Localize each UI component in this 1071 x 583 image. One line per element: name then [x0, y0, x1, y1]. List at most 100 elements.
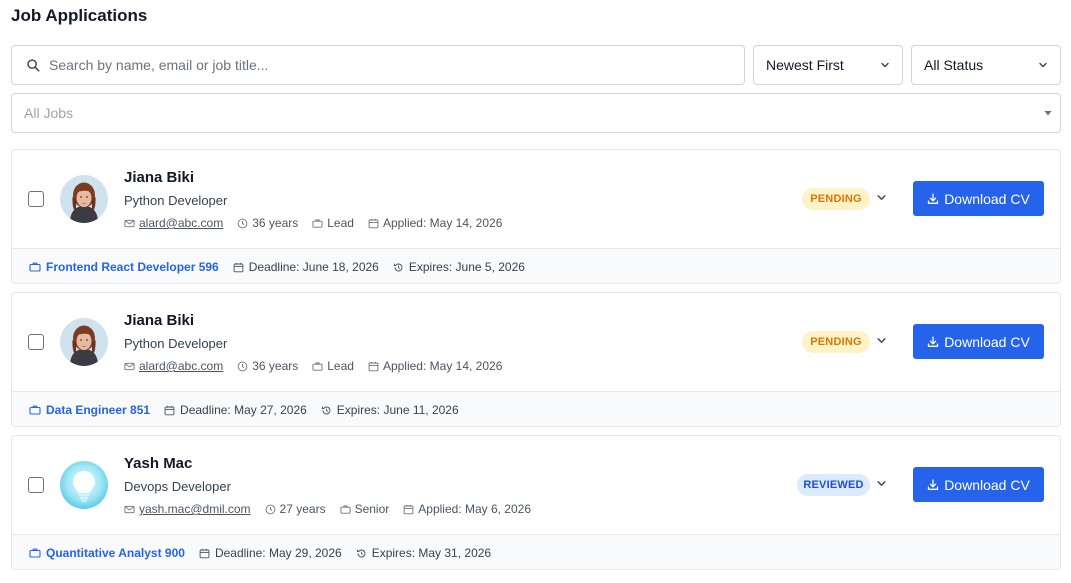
avatar	[60, 461, 108, 509]
job-link[interactable]: Frontend React Developer 596	[29, 260, 219, 274]
jobs-select[interactable]: All Jobs	[11, 93, 1061, 133]
candidate-meta: alard@abc.com 36 years Lead Applied: May…	[124, 216, 516, 230]
jobs-select-label: All Jobs	[24, 105, 74, 121]
chevron-down-icon	[1039, 62, 1047, 68]
candidate-meta: alard@abc.com 36 years Lead Applied: May…	[124, 359, 516, 373]
clock-icon	[237, 361, 248, 371]
job-link[interactable]: Quantitative Analyst 900	[29, 546, 185, 560]
clock-icon	[237, 218, 248, 228]
job-title[interactable]: Quantitative Analyst 900	[46, 546, 185, 560]
search-box[interactable]	[11, 45, 745, 85]
calendar-icon	[233, 262, 244, 272]
age-meta: 36 years	[237, 216, 298, 230]
sort-select-label: Newest First	[766, 57, 844, 73]
status-select[interactable]: All Status	[911, 45, 1061, 85]
download-icon	[928, 336, 939, 347]
job-expires: Expires: June 11, 2026	[336, 403, 459, 417]
card-footer: Data Engineer 851 Deadline: May 27, 2026…	[12, 391, 1060, 426]
applied-meta: Applied: May 6, 2026	[403, 502, 531, 516]
application-card: Yash Mac Devops Developer yash.mac@dmil.…	[11, 435, 1061, 570]
status-badge[interactable]: REVIEWED	[797, 474, 870, 496]
download-icon	[928, 193, 939, 204]
candidate-name: Jiana Biki	[124, 169, 195, 186]
level-meta: Lead	[312, 216, 354, 230]
candidate-title: Devops Developer	[124, 479, 231, 494]
sort-select[interactable]: Newest First	[753, 45, 903, 85]
expires-meta: Expires: June 5, 2026	[393, 260, 525, 274]
chevron-down-icon[interactable]	[876, 478, 887, 489]
candidate-title: Python Developer	[124, 336, 228, 351]
chevron-down-icon	[881, 62, 889, 68]
calendar-icon	[368, 218, 379, 228]
download-cv-button[interactable]: Download CV	[913, 467, 1044, 502]
history-icon	[356, 549, 366, 557]
clock-icon	[265, 504, 275, 514]
page-title: Job Applications	[11, 6, 148, 25]
chevron-down-icon[interactable]	[876, 335, 887, 346]
status-badge[interactable]: PENDING	[802, 331, 870, 353]
search-icon	[27, 59, 40, 72]
applied-meta: Applied: May 14, 2026	[368, 359, 502, 373]
card-footer: Quantitative Analyst 900 Deadline: May 2…	[12, 534, 1060, 569]
select-checkbox[interactable]	[28, 191, 44, 207]
job-deadline: Deadline: June 18, 2026	[248, 260, 379, 274]
job-title[interactable]: Data Engineer 851	[46, 403, 150, 417]
candidate-applied: Applied: May 14, 2026	[382, 359, 503, 373]
email-meta[interactable]: alard@abc.com	[124, 216, 223, 230]
briefcase-icon	[29, 405, 41, 415]
candidate-level: Senior	[354, 502, 390, 516]
download-icon	[928, 479, 939, 490]
job-title[interactable]: Frontend React Developer 596	[46, 260, 219, 274]
briefcase-icon	[29, 262, 41, 272]
avatar	[60, 318, 108, 366]
download-cv-button[interactable]: Download CV	[913, 324, 1044, 359]
deadline-meta: Deadline: May 27, 2026	[164, 403, 307, 417]
candidate-level: Lead	[327, 359, 354, 373]
download-cv-label: Download CV	[944, 190, 1030, 207]
download-cv-label: Download CV	[944, 333, 1030, 350]
candidate-name: Jiana Biki	[124, 312, 195, 329]
level-meta: Lead	[312, 359, 354, 373]
history-icon	[321, 406, 331, 414]
candidate-applied: Applied: May 6, 2026	[418, 502, 532, 516]
applied-meta: Applied: May 14, 2026	[368, 216, 502, 230]
history-icon	[393, 263, 403, 271]
briefcase-icon	[29, 548, 41, 558]
expires-meta: Expires: June 11, 2026	[321, 403, 459, 417]
candidate-age: 27 years	[279, 502, 326, 516]
job-expires: Expires: June 5, 2026	[408, 260, 525, 274]
status-badge[interactable]: PENDING	[802, 188, 870, 210]
application-card: Jiana Biki Python Developer alard@abc.co…	[11, 149, 1061, 284]
job-link[interactable]: Data Engineer 851	[29, 403, 150, 417]
candidate-age: 36 years	[252, 216, 299, 230]
job-expires: Expires: May 31, 2026	[371, 546, 492, 560]
card-footer: Frontend React Developer 596 Deadline: J…	[12, 248, 1060, 283]
select-checkbox[interactable]	[28, 477, 44, 493]
download-cv-button[interactable]: Download CV	[913, 181, 1044, 216]
candidate-name: Yash Mac	[124, 455, 193, 472]
calendar-icon	[403, 504, 414, 514]
chevron-down-icon[interactable]	[876, 192, 887, 203]
job-deadline: Deadline: May 29, 2026	[214, 546, 342, 560]
avatar	[60, 175, 108, 223]
download-cv-label: Download CV	[944, 476, 1030, 493]
mail-icon	[124, 362, 135, 370]
age-meta: 27 years	[265, 502, 326, 516]
candidate-email[interactable]: alard@abc.com	[139, 216, 223, 230]
candidate-email[interactable]: alard@abc.com	[139, 359, 223, 373]
deadline-meta: Deadline: May 29, 2026	[199, 546, 342, 560]
candidate-applied: Applied: May 14, 2026	[382, 216, 503, 230]
status-select-label: All Status	[924, 57, 984, 73]
deadline-meta: Deadline: June 18, 2026	[233, 260, 379, 274]
search-input[interactable]	[49, 57, 689, 73]
select-checkbox[interactable]	[28, 334, 44, 350]
calendar-icon	[368, 361, 379, 371]
email-meta[interactable]: yash.mac@dmil.com	[124, 502, 251, 516]
candidate-email[interactable]: yash.mac@dmil.com	[139, 502, 251, 516]
email-meta[interactable]: alard@abc.com	[124, 359, 223, 373]
age-meta: 36 years	[237, 359, 298, 373]
calendar-icon	[199, 548, 210, 558]
application-card: Jiana Biki Python Developer alard@abc.co…	[11, 292, 1061, 427]
candidate-meta: yash.mac@dmil.com 27 years Senior Applie…	[124, 502, 545, 516]
expires-meta: Expires: May 31, 2026	[356, 546, 491, 560]
